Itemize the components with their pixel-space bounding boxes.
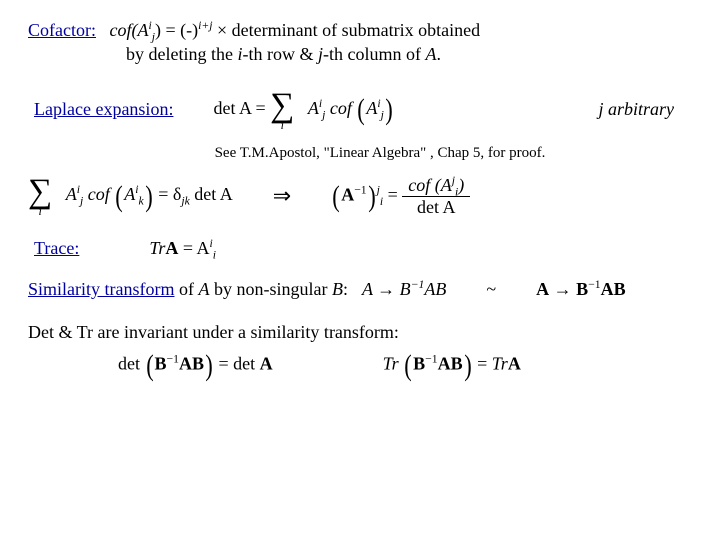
- det-invariance-formula: det (B−1AB) = det A: [118, 352, 273, 379]
- cofactor-def: cof(Aij) = (-)i+j × determinant of subma…: [100, 20, 480, 40]
- reference-text: See T.M.Apostol, "Linear Algebra" , Chap…: [28, 143, 692, 163]
- laplace-row: Laplace expansion: det A = ∑ i Aij cof (…: [28, 89, 692, 131]
- cofactor-line-1: Cofactor: cof(Aij) = (-)i+j × determinan…: [28, 18, 692, 42]
- similarity-formula-1: A → B−1AB: [362, 279, 446, 300]
- cofactor-label: Cofactor:: [28, 20, 96, 40]
- similarity-text: Similarity transform of A by non-singula…: [28, 279, 348, 300]
- tr-invariance-formula: Tr (B−1AB) = TrA: [383, 352, 521, 379]
- inverse-formula: (A−1)ji = cof (Aji) det A: [331, 175, 470, 218]
- laplace-note: j arbitrary: [598, 99, 692, 120]
- slide-page: Cofactor: cof(Aij) = (-)i+j × determinan…: [0, 0, 720, 540]
- tilde-icon: ~: [486, 279, 496, 300]
- invariance-formula-row: det (B−1AB) = det A Tr (B−1AB) = TrA: [28, 352, 692, 379]
- sigma-icon: ∑ i: [270, 89, 294, 131]
- implies-icon: ⇒: [273, 183, 291, 209]
- ortho-inverse-row: ∑ i Aij cof (Aik) = δjk det A ⇒ (A−1)ji …: [28, 175, 692, 218]
- laplace-formula: det A = ∑ i Aij cof (Aij): [213, 89, 393, 131]
- similarity-row: Similarity transform of A by non-singula…: [28, 279, 692, 300]
- fraction: cof (Aji) det A: [402, 175, 470, 218]
- cofactor-line-2: by deleting the i-th row & j-th column o…: [28, 42, 692, 66]
- invariance-text: Det & Tr are invariant under a similarit…: [28, 320, 408, 344]
- sigma-icon: ∑ i: [28, 175, 52, 217]
- trace-row: Trace: TrA = Aii: [28, 238, 692, 259]
- det-A-eq: det A =: [213, 98, 270, 118]
- ortho-formula: ∑ i Aij cof (Aik) = δjk det A: [28, 175, 233, 217]
- cofactor-line-2-text: by deleting the i-th row & j-th column o…: [126, 44, 441, 64]
- similarity-formula-2: A → B−1AB: [536, 279, 625, 300]
- trace-formula: TrA = Aii: [149, 238, 216, 259]
- laplace-label: Laplace expansion:: [28, 99, 173, 120]
- trace-label: Trace:: [28, 238, 79, 259]
